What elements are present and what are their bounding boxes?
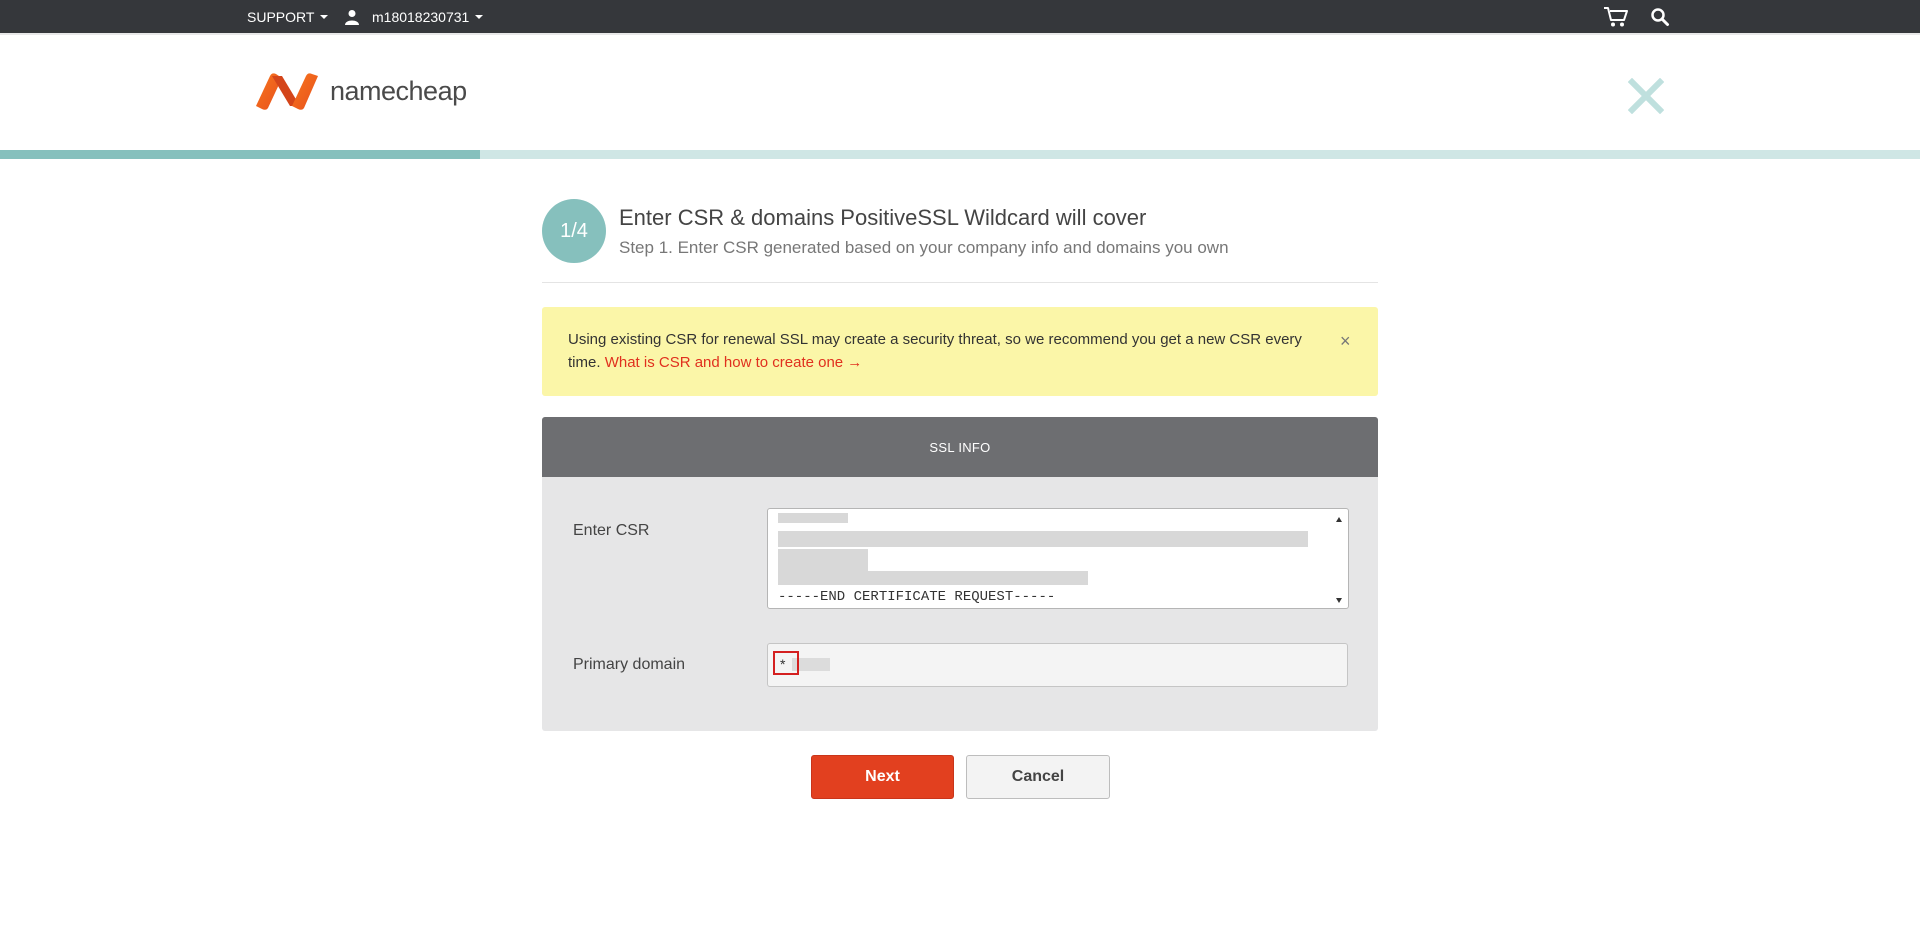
- chevron-down-icon: [475, 14, 484, 19]
- chevron-down-icon: [320, 14, 329, 19]
- ssl-info-panel: SSL INFO Enter CSR -----END CERTIFICATE …: [542, 417, 1378, 731]
- support-menu[interactable]: SUPPORT: [247, 0, 329, 33]
- csr-label: Enter CSR: [573, 522, 650, 539]
- top-bar: SUPPORT m18018230731: [0, 0, 1920, 35]
- progress-bar: [0, 150, 1920, 159]
- next-button[interactable]: Next: [811, 755, 954, 799]
- logo-text: namecheap: [330, 75, 467, 106]
- highlight-box: [773, 651, 799, 675]
- namecheap-logo-icon: [256, 73, 318, 110]
- scroll-down-arrow[interactable]: [1336, 598, 1342, 603]
- username-label: m18018230731: [372, 8, 470, 25]
- support-label: SUPPORT: [247, 8, 315, 25]
- step-badge: 1/4: [542, 199, 606, 263]
- step-header: 1/4 Enter CSR & domains PositiveSSL Wild…: [542, 199, 1378, 283]
- alert-message: Using existing CSR for renewal SSL may c…: [568, 328, 1308, 374]
- csr-textarea[interactable]: -----END CERTIFICATE REQUEST-----: [767, 508, 1349, 609]
- primary-domain-input[interactable]: *: [767, 643, 1348, 687]
- progress-fill: [0, 150, 480, 159]
- redacted-text: [778, 513, 848, 523]
- scroll-up-arrow[interactable]: [1336, 517, 1342, 522]
- csr-warning-alert: Using existing CSR for renewal SSL may c…: [542, 307, 1378, 396]
- user-icon: [345, 9, 359, 25]
- namecheap-logo[interactable]: namecheap: [254, 72, 467, 110]
- panel-title: SSL INFO: [542, 417, 1378, 477]
- user-menu[interactable]: m18018230731: [344, 0, 484, 33]
- primary-domain-label: Primary domain: [573, 656, 686, 673]
- close-icon[interactable]: [1628, 78, 1664, 114]
- csr-end-line: -----END CERTIFICATE REQUEST-----: [778, 589, 1056, 605]
- cart-icon[interactable]: [1603, 6, 1629, 28]
- csr-help-link[interactable]: What is CSR and how to create one →: [605, 354, 863, 371]
- page-title: Enter CSR & domains PositiveSSL Wildcard…: [619, 205, 1147, 230]
- redacted-text: [778, 531, 1308, 547]
- cancel-button[interactable]: Cancel: [966, 755, 1110, 799]
- search-icon[interactable]: [1650, 7, 1670, 27]
- redacted-text: [778, 571, 1088, 585]
- page-subtitle: Step 1. Enter CSR generated based on you…: [619, 238, 1229, 257]
- close-icon[interactable]: ×: [1340, 331, 1351, 352]
- site-header: namecheap: [0, 35, 1920, 150]
